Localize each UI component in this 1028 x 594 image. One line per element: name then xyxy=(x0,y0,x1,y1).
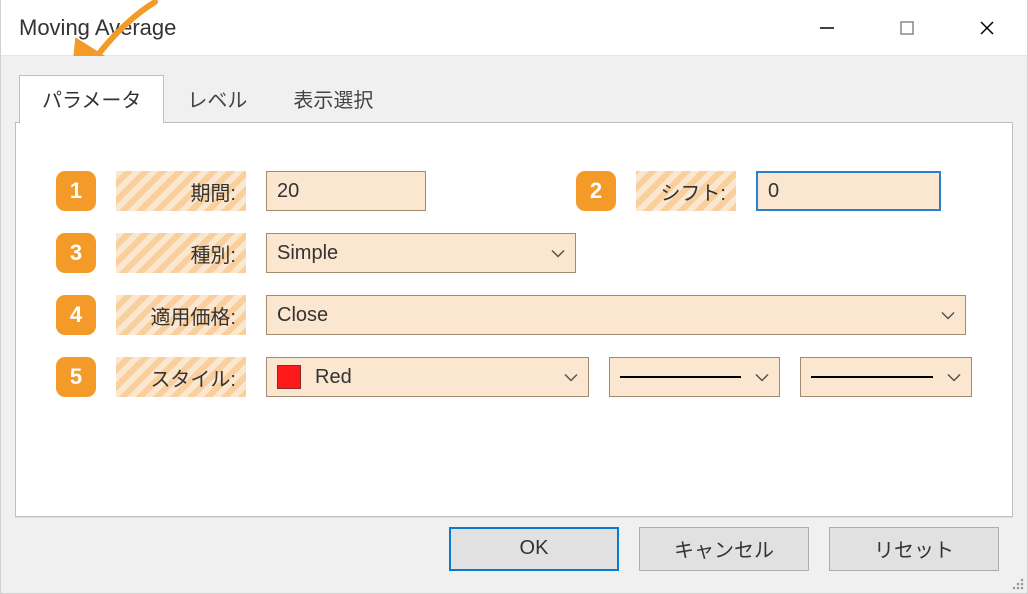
label-style: スタイル: xyxy=(116,357,246,397)
tab-levels[interactable]: レベル xyxy=(164,75,270,123)
style-linewidth-select[interactable] xyxy=(800,357,972,397)
window-title: Moving Average xyxy=(1,15,176,41)
chevron-down-icon xyxy=(564,366,578,389)
close-button[interactable] xyxy=(947,0,1027,55)
apply-select[interactable]: Close xyxy=(266,295,966,335)
chevron-down-icon xyxy=(941,304,955,327)
dialog-window: Moving Average パラメータ レベル 表示選択 1 xyxy=(0,0,1028,594)
line-style-preview xyxy=(620,376,742,378)
reset-button[interactable]: リセット xyxy=(829,527,999,571)
minimize-icon xyxy=(818,19,836,37)
label-shift: シフト: xyxy=(636,171,736,211)
chevron-down-icon xyxy=(551,242,565,265)
minimize-button[interactable] xyxy=(787,0,867,55)
close-icon xyxy=(978,19,996,37)
tab-display[interactable]: 表示選択 xyxy=(270,75,396,123)
label-method: 種別: xyxy=(116,233,246,273)
annotation-badge-3: 3 xyxy=(56,233,96,273)
style-linestyle-select[interactable] xyxy=(609,357,781,397)
label-apply: 適用価格: xyxy=(116,295,246,335)
method-select[interactable]: Simple xyxy=(266,233,576,273)
annotation-badge-1: 1 xyxy=(56,171,96,211)
cancel-button[interactable]: キャンセル xyxy=(639,527,809,571)
period-input[interactable]: 20 xyxy=(266,171,426,211)
tab-parameters[interactable]: パラメータ xyxy=(19,75,164,123)
shift-input[interactable]: 0 xyxy=(756,171,941,211)
window-controls xyxy=(787,0,1027,55)
style-color-value: Red xyxy=(315,366,352,389)
chevron-down-icon xyxy=(947,366,961,389)
tab-bar: パラメータ レベル 表示選択 xyxy=(15,74,1013,122)
ok-button[interactable]: OK xyxy=(449,527,619,571)
method-select-value: Simple xyxy=(277,242,338,265)
titlebar: Moving Average xyxy=(1,0,1027,56)
maximize-button[interactable] xyxy=(867,0,947,55)
client-area: パラメータ レベル 表示選択 1 期間: 20 2 シフト: 0 3 xyxy=(1,56,1027,593)
maximize-icon xyxy=(899,20,915,36)
apply-select-value: Close xyxy=(277,304,328,327)
line-width-preview xyxy=(811,376,933,378)
chevron-down-icon xyxy=(755,366,769,389)
label-period: 期間: xyxy=(116,171,246,211)
button-bar: OK キャンセル リセット xyxy=(15,517,1013,579)
style-color-select[interactable]: Red xyxy=(266,357,589,397)
annotation-badge-2: 2 xyxy=(576,171,616,211)
color-swatch xyxy=(277,365,301,389)
tab-panel: 1 期間: 20 2 シフト: 0 3 種別: Simple xyxy=(15,122,1013,517)
annotation-badge-4: 4 xyxy=(56,295,96,335)
annotation-badge-5: 5 xyxy=(56,357,96,397)
resize-grip-icon[interactable] xyxy=(1007,573,1025,591)
